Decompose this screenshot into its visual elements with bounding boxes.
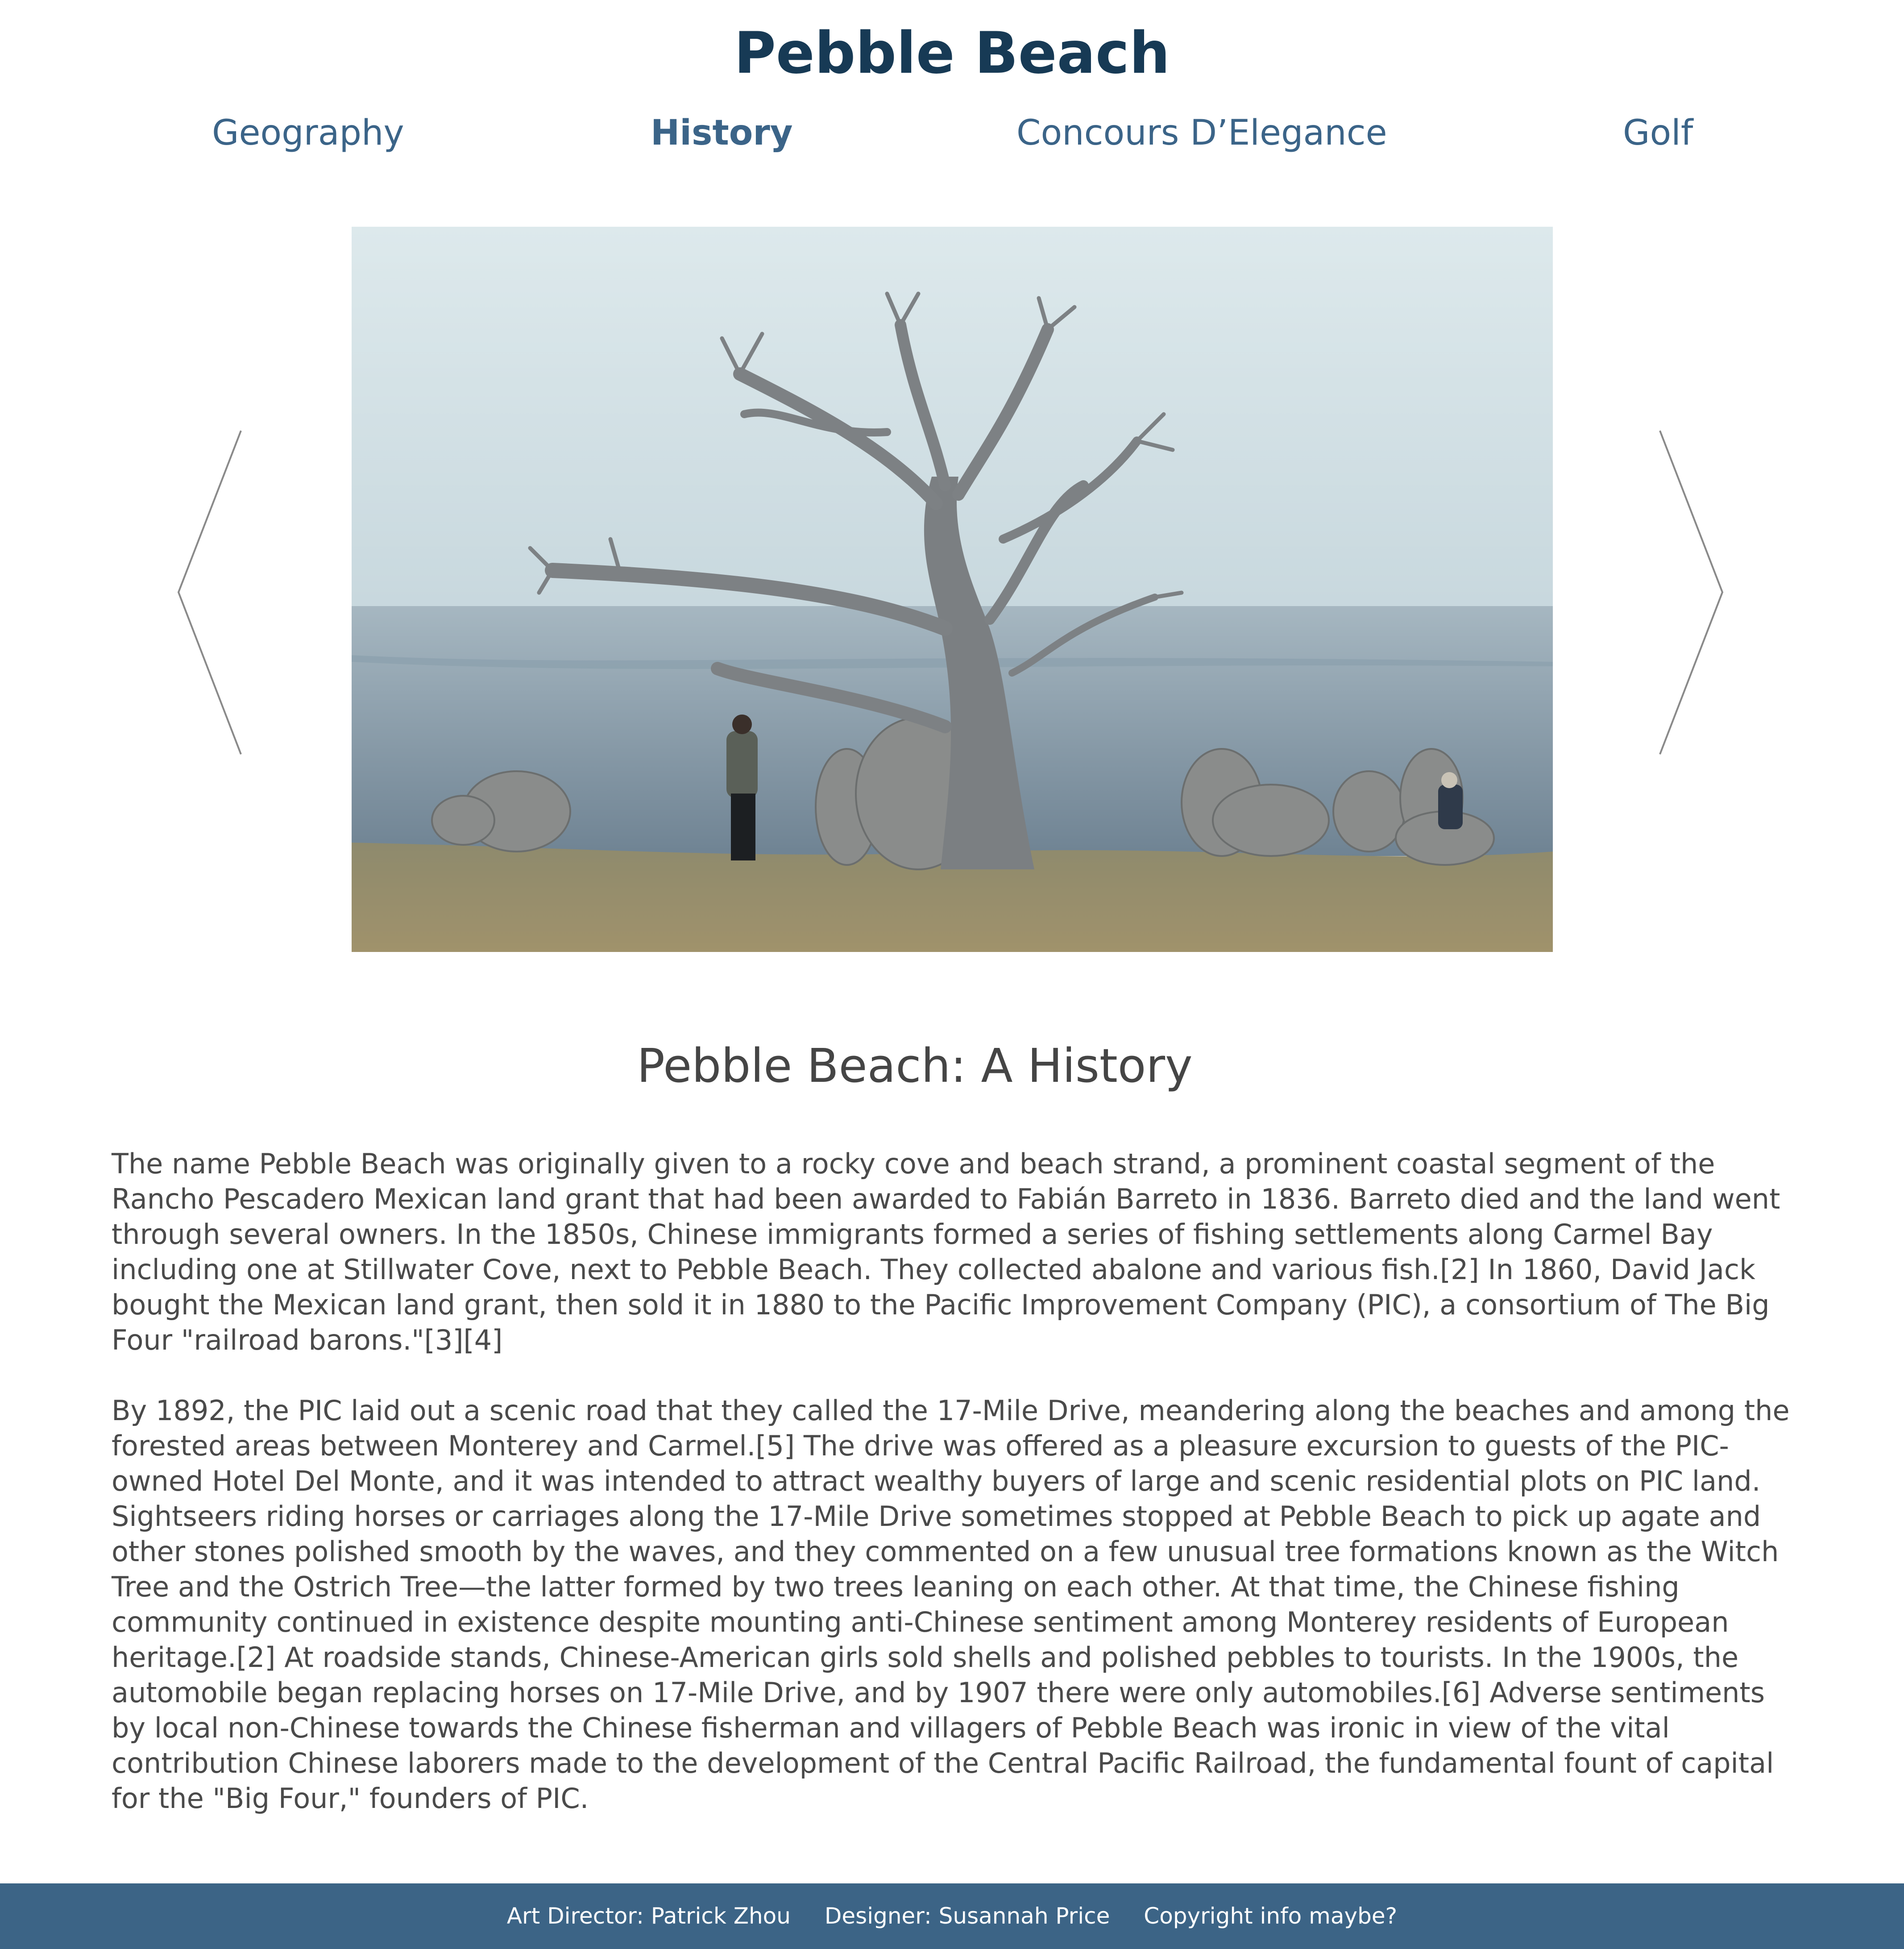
nav-item-history[interactable]: History [651,106,793,160]
nav-item-concours[interactable]: Concours D’Elegance [1016,106,1387,160]
footer-copyright: Copyright info maybe? [1144,1903,1398,1929]
footer: Art Director: Patrick Zhou Designer: Sus… [0,1883,1904,1949]
carousel-next-button[interactable] [1658,428,1725,756]
nav-item-geography[interactable]: Geography [212,106,404,160]
footer-art-director: Art Director: Patrick Zhou [506,1903,791,1929]
nav-item-golf[interactable]: Golf [1623,106,1693,160]
footer-designer: Designer: Susannah Price [824,1903,1110,1929]
carousel-prev-button[interactable] [176,428,243,756]
article-body: The name Pebble Beach was originally giv… [112,1146,1798,1851]
chevron-left-icon [177,430,242,755]
hero-image [352,227,1553,952]
chevron-right-icon [1659,430,1724,755]
article-paragraph: The name Pebble Beach was originally giv… [112,1147,1780,1356]
article-heading: Pebble Beach: A History [637,1039,1193,1093]
article-paragraph: By 1892, the PIC laid out a scenic road … [112,1394,1790,1815]
site-title: Pebble Beach [734,20,1170,87]
